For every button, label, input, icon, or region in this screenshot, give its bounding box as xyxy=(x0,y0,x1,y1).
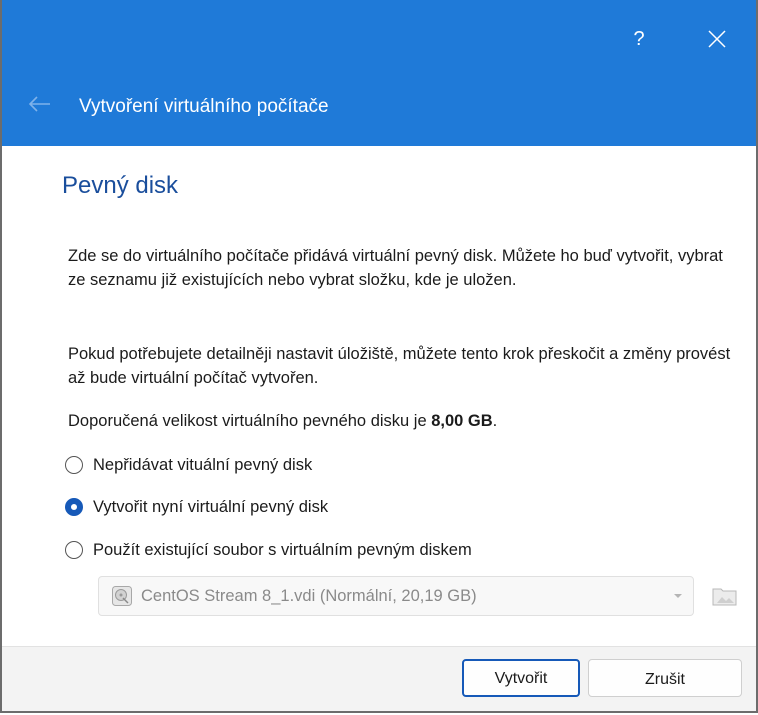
recommended-size-prefix: Doporučená velikost virtuálního pevného … xyxy=(68,412,432,430)
close-icon xyxy=(708,30,726,48)
chevron-down-icon xyxy=(674,594,682,598)
radio-use-existing-disk[interactable]: Použít existující soubor s virtuálním pe… xyxy=(65,537,472,563)
back-button[interactable] xyxy=(24,92,54,116)
back-arrow-icon xyxy=(28,96,50,112)
recommended-size-value: 8,00 GB xyxy=(431,412,493,430)
title-bar: ? Vytvoření virtuálního počítače xyxy=(2,0,756,146)
create-vm-dialog: ? Vytvoření virtuálního počítače Pevný d… xyxy=(0,0,758,713)
folder-icon xyxy=(712,588,737,606)
help-icon: ? xyxy=(633,28,645,50)
cancel-button[interactable]: Zrušit xyxy=(588,659,742,697)
hard-disk-icon xyxy=(112,586,132,606)
radio-create-disk[interactable]: Vytvořit nyní virtuální pevný disk xyxy=(65,494,328,520)
radio-label: Nepřidávat vituální pevný disk xyxy=(93,455,313,474)
existing-disk-value: CentOS Stream 8_1.vdi (Normální, 20,19 G… xyxy=(141,586,477,605)
radio-label: Použít existující soubor s virtuálním pe… xyxy=(93,540,472,559)
radio-label: Vytvořit nyní virtuální pevný disk xyxy=(93,497,329,516)
recommended-size-text: Doporučená velikost virtuálního pevného … xyxy=(68,409,740,433)
radio-indicator[interactable] xyxy=(65,456,83,474)
close-button[interactable] xyxy=(692,18,742,60)
dialog-title: Vytvoření virtuálního počítače xyxy=(79,96,329,117)
help-button[interactable]: ? xyxy=(614,18,664,60)
page-title: Pevný disk xyxy=(62,172,179,199)
recommended-size-suffix: . xyxy=(492,412,498,430)
radio-indicator[interactable] xyxy=(65,541,83,559)
radio-no-disk[interactable]: Nepřidávat vituální pevný disk xyxy=(65,452,312,478)
storage-hint-paragraph: Pokud potřebujete detailněji nastavit úl… xyxy=(68,345,731,387)
button-bar: Vytvořit Zrušit xyxy=(2,646,756,711)
radio-indicator[interactable] xyxy=(65,498,83,516)
existing-disk-select[interactable]: CentOS Stream 8_1.vdi (Normální, 20,19 G… xyxy=(98,576,694,616)
description-paragraph: Zde se do virtuálního počítače přidává v… xyxy=(68,247,723,289)
choose-disk-file-button[interactable] xyxy=(710,580,740,610)
create-button[interactable]: Vytvořit xyxy=(462,659,580,697)
